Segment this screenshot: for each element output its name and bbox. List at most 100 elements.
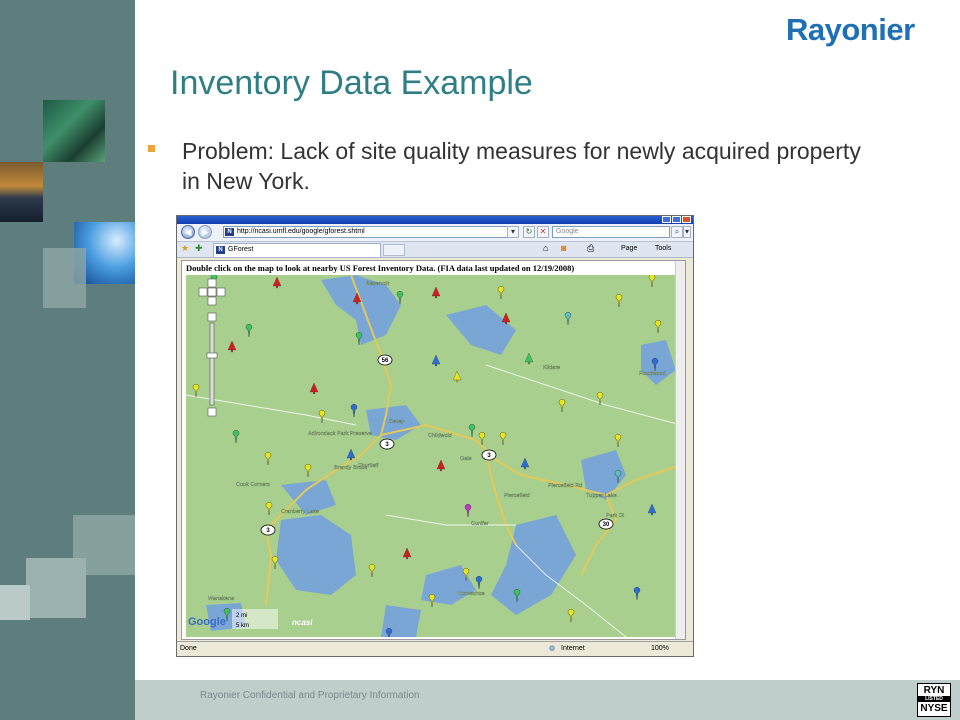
inventory-pin-icon[interactable] <box>564 311 572 326</box>
inventory-pin-icon[interactable] <box>265 501 273 516</box>
status-text: Done <box>180 645 197 652</box>
bullet-text: Problem: Lack of site quality measures f… <box>182 138 861 194</box>
refresh-icon[interactable]: ↻ <box>523 226 535 238</box>
favorites-star-icon[interactable]: ★ <box>181 243 189 254</box>
zoom-out-button[interactable] <box>207 407 217 417</box>
home-icon[interactable]: ⌂ <box>543 243 548 253</box>
pan-up-button[interactable] <box>207 278 217 288</box>
feeds-icon[interactable]: ◙ <box>561 243 566 253</box>
tree-marker-icon[interactable] <box>402 547 412 560</box>
place-label: Piercefield Rd <box>548 483 582 489</box>
close-button[interactable] <box>682 216 691 223</box>
map-canvas[interactable]: 56 3 3 3 30 Reservoir Adirondack Park Pr… <box>186 275 683 637</box>
pan-right-button[interactable] <box>216 287 226 297</box>
address-bar[interactable]: http://ncasi.umfl.edu/google/gforest.sht… <box>223 226 519 238</box>
badge-line-3: NYSE <box>920 703 948 714</box>
route-number: 30 <box>603 522 610 528</box>
navigation-bar: ◀ ▶ http://ncasi.umfl.edu/google/gforest… <box>177 224 693 242</box>
inventory-pin-icon[interactable] <box>558 398 566 413</box>
inventory-pin-icon[interactable] <box>304 463 312 478</box>
tree-marker-icon[interactable] <box>520 457 530 470</box>
inventory-pin-icon[interactable] <box>475 575 483 590</box>
inventory-pin-icon[interactable] <box>318 409 326 424</box>
browser-screenshot: ◀ ▶ http://ncasi.umfl.edu/google/gforest… <box>176 215 694 657</box>
place-label: Tupper Lake <box>586 493 617 499</box>
zoom-slider-handle[interactable] <box>206 352 218 359</box>
inventory-pin-icon[interactable] <box>368 563 376 578</box>
zoom-slider[interactable] <box>209 322 215 406</box>
tree-marker-icon[interactable] <box>431 286 441 299</box>
map-pan-zoom-control[interactable] <box>198 278 226 417</box>
route-shield: 30 <box>598 518 614 530</box>
inventory-pin-icon[interactable] <box>350 403 358 418</box>
map-branding: Google 2 mi 5 km ncasi <box>188 609 313 629</box>
google-logo: Google <box>188 616 226 628</box>
pan-down-button[interactable] <box>207 296 217 306</box>
pan-left-button[interactable] <box>198 287 208 297</box>
window-controls <box>662 216 691 224</box>
tree-marker-icon[interactable] <box>524 352 534 365</box>
route-shield: 3 <box>481 449 497 461</box>
tab-favicon-icon: N <box>216 246 225 254</box>
inventory-pin-icon[interactable] <box>232 429 240 444</box>
status-bar: Done ◍ Internet 100% <box>177 641 693 656</box>
search-icon[interactable]: ⌕ <box>671 226 683 238</box>
inventory-pin-icon[interactable] <box>499 431 507 446</box>
tools-menu[interactable]: Tools <box>655 245 671 252</box>
stop-icon[interactable]: ✕ <box>537 226 549 238</box>
tree-marker-icon[interactable] <box>309 382 319 395</box>
place-label: Reservoir <box>366 281 390 287</box>
place-label: Horseshoe <box>458 591 485 597</box>
minimize-button[interactable] <box>662 216 671 223</box>
inventory-pin-icon[interactable] <box>271 555 279 570</box>
nyse-listed-badge: RYN LISTED NYSE <box>917 683 951 717</box>
window-title-bar <box>177 216 693 224</box>
forward-icon[interactable]: ▶ <box>198 225 212 239</box>
inventory-pin-icon[interactable] <box>615 293 623 308</box>
lake <box>491 515 576 615</box>
back-icon[interactable]: ◀ <box>181 225 195 239</box>
inventory-pin-icon[interactable] <box>468 423 476 438</box>
maximize-button[interactable] <box>672 216 681 223</box>
tab-gforest[interactable]: GForest <box>213 243 381 257</box>
road <box>265 529 273 606</box>
lake-photo-tile <box>0 162 43 222</box>
inventory-pin-icon[interactable] <box>633 586 641 601</box>
inventory-pin-icon[interactable] <box>497 285 505 300</box>
place-label: Sevey <box>389 419 405 425</box>
zoom-level[interactable]: 100% <box>651 642 669 656</box>
inventory-pin-icon[interactable] <box>567 608 575 623</box>
tree-marker-icon[interactable] <box>436 459 446 472</box>
lakes <box>206 275 676 637</box>
inventory-pin-icon[interactable] <box>654 319 662 334</box>
map-view[interactable]: 56 3 3 3 30 Reservoir Adirondack Park Pr… <box>186 275 683 637</box>
inventory-pin-icon[interactable] <box>614 433 622 448</box>
light-square-tile <box>26 558 86 618</box>
zoom-in-button[interactable] <box>207 312 217 322</box>
new-tab-button[interactable] <box>383 244 405 256</box>
search-input[interactable]: Google <box>552 226 670 238</box>
inventory-pin-icon[interactable] <box>596 391 604 406</box>
inventory-pin-icon[interactable] <box>464 503 472 518</box>
inventory-pin-icon[interactable] <box>264 451 272 466</box>
footer-text: Rayonier Confidential and Proprietary In… <box>200 690 420 701</box>
print-icon[interactable]: ⎙ <box>587 243 594 254</box>
address-dropdown-icon[interactable]: ▾ <box>507 226 519 238</box>
route-shield: 3 <box>260 524 276 536</box>
tree-marker-icon[interactable] <box>431 354 441 367</box>
page-scrollbar[interactable] <box>675 261 685 639</box>
add-favorite-icon[interactable]: ✚ <box>195 243 203 254</box>
tree-marker-icon[interactable] <box>227 340 237 353</box>
inventory-pin-icon[interactable] <box>192 383 200 398</box>
pan-center-button[interactable] <box>207 287 217 297</box>
inventory-pin-icon[interactable] <box>245 323 253 338</box>
tree-marker-icon[interactable] <box>647 503 657 516</box>
page-menu[interactable]: Page <box>621 245 637 252</box>
tree-marker-icon[interactable] <box>272 276 282 289</box>
inventory-pin-icon[interactable] <box>648 275 656 288</box>
place-label: Piercefield <box>504 493 530 499</box>
tree-marker-icon[interactable] <box>452 370 462 383</box>
zone-icon: ◍ <box>549 645 556 652</box>
search-options-icon[interactable]: ▾ <box>683 226 691 238</box>
badge-line-2: LISTED <box>918 696 950 702</box>
